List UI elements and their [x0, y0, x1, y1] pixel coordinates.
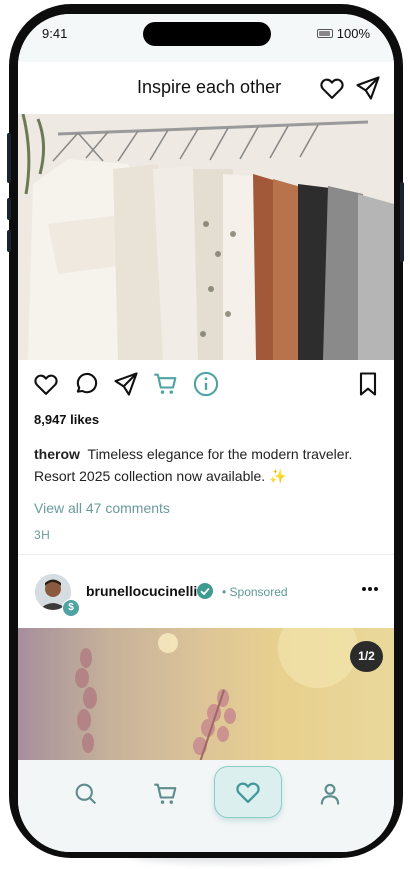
send-icon[interactable]: [354, 74, 382, 102]
battery-indicator: 100%: [316, 26, 370, 41]
status-time: 9:41: [42, 26, 68, 41]
power-button: [400, 182, 404, 262]
caption-text: Timeless elegance for the modern travele…: [34, 446, 353, 484]
comment-icon[interactable]: [72, 370, 100, 398]
sponsored-label: • Sponsored: [222, 585, 288, 599]
cart-icon[interactable]: [152, 780, 180, 808]
share-icon[interactable]: [112, 370, 140, 398]
info-icon[interactable]: [192, 370, 220, 398]
caption-username[interactable]: therow: [34, 446, 80, 462]
app-header: Inspire each other: [18, 62, 394, 114]
cart-icon[interactable]: [152, 370, 180, 398]
page-title: Inspire each other: [137, 77, 282, 97]
search-icon[interactable]: [72, 780, 100, 808]
user-icon[interactable]: [316, 780, 344, 808]
heart-icon[interactable]: [318, 74, 346, 102]
battery-icon: [316, 29, 333, 38]
divider: [18, 554, 394, 555]
post-caption: therow Timeless elegance for the modern …: [34, 443, 374, 487]
heart-icon[interactable]: [234, 778, 262, 806]
like-count: 8,947 likes: [34, 412, 100, 427]
verified-icon: [197, 583, 213, 599]
side-button: [7, 133, 11, 183]
side-button: [7, 198, 11, 220]
like-icon[interactable]: [32, 370, 60, 398]
more-options-icon[interactable]: [360, 579, 380, 599]
tab-heart-active[interactable]: [214, 766, 282, 818]
battery-percent: 100%: [336, 26, 370, 41]
post-age: 3H: [34, 528, 51, 542]
view-comments-link[interactable]: View all 47 comments: [34, 500, 170, 516]
image-counter: 1/2: [350, 641, 383, 672]
bottom-tab-bar: [18, 760, 394, 852]
post-username[interactable]: brunellocucinelli: [86, 583, 197, 599]
dynamic-island: [143, 22, 271, 46]
post-header: $ brunellocucinelli • Sponsored: [18, 570, 394, 617]
bookmark-icon[interactable]: [354, 370, 382, 398]
side-button: [7, 230, 11, 252]
post-image-clothing-rack[interactable]: [18, 114, 394, 360]
screen: 9:41 100% Inspire each other 8,947 likes…: [18, 14, 394, 852]
status-bar: 9:41 100%: [18, 14, 394, 62]
sponsor-badge: $: [62, 599, 80, 617]
post-actions: [18, 370, 394, 402]
post-image-flowers[interactable]: [18, 628, 394, 768]
